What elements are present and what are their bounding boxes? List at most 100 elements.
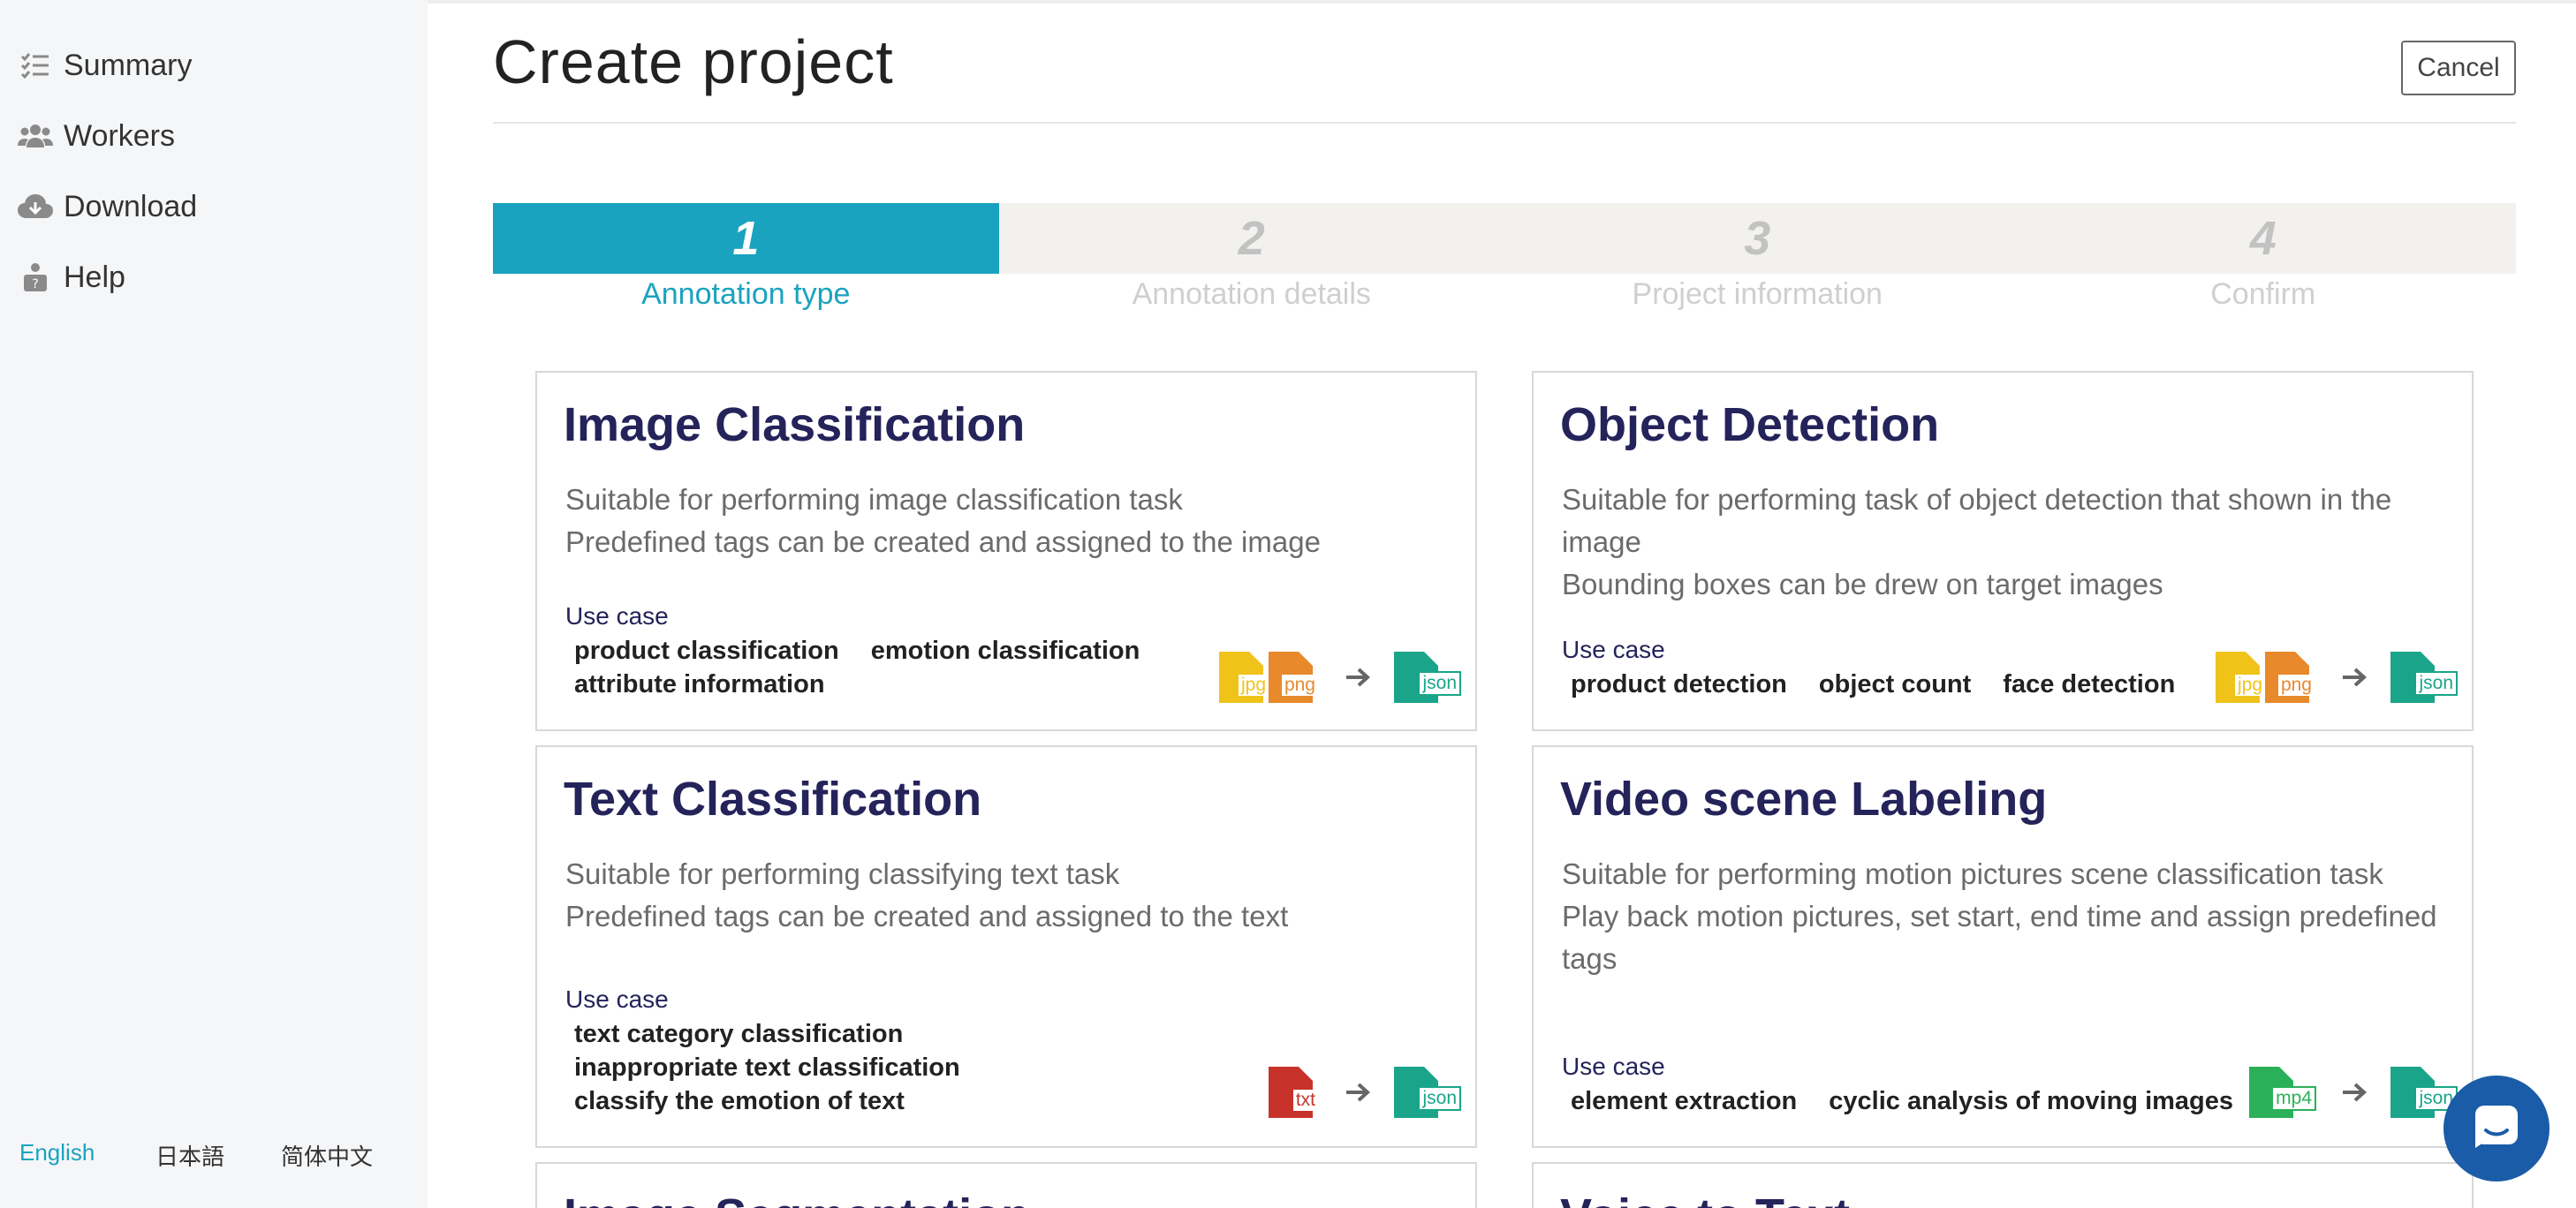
sidebar-item-label: Summary [64, 48, 193, 82]
card-description: Suitable for performing motion pictures … [1562, 853, 2445, 980]
mp4-file-icon: mp4 [2249, 1067, 2316, 1118]
file-extension: mp4 [2271, 1086, 2316, 1111]
arrow-right-icon [1332, 652, 1383, 703]
card-title: Object Detection [1560, 398, 1940, 451]
png-file-icon: png [2265, 652, 2316, 703]
use-case-item: product detection [1571, 670, 1787, 698]
list-check-icon [18, 48, 53, 83]
use-case-list: text category classification inappropria… [574, 1017, 992, 1118]
file-extension: jpg [1238, 675, 1269, 696]
step-4: 4 [2010, 203, 2516, 274]
use-case-list: element extraction cyclic analysis of mov… [1571, 1084, 2265, 1118]
card-object-detection[interactable]: Object Detection Suitable for performing… [1532, 371, 2474, 731]
card-description-line: Suitable for performing motion pictures … [1562, 857, 2383, 890]
use-case-label: Use case [565, 985, 669, 1013]
svg-text:?: ? [32, 277, 38, 291]
use-case-label: Use case [565, 602, 669, 630]
sidebar: Summary Workers Download ? Help English … [0, 0, 428, 1208]
step-label: Annotation details [1132, 277, 1371, 311]
sidebar-item-download[interactable]: Download [18, 180, 197, 233]
arrow-right-icon [2329, 652, 2380, 703]
use-case-item: attribute information [574, 670, 825, 698]
users-icon [18, 118, 53, 154]
use-case-item: cyclic analysis of moving images [1829, 1087, 2234, 1115]
card-video-scene-labeling[interactable]: Video scene Labeling Suitable for perfor… [1532, 745, 2474, 1148]
use-case-label: Use case [1562, 636, 1665, 663]
file-extension: png [1281, 675, 1318, 696]
card-image-classification[interactable]: Image Classification Suitable for perfor… [535, 371, 1477, 731]
language-japanese[interactable]: 日本語 [155, 1139, 224, 1172]
card-description-line: Suitable for performing classifying text… [565, 857, 1120, 890]
use-case-item: inappropriate text classification [574, 1053, 960, 1082]
arrow-right-icon [2329, 1067, 2380, 1118]
cloud-download-icon [18, 189, 53, 224]
use-case-item: face detection [2003, 670, 2176, 698]
step-label: Project information [1632, 277, 1883, 311]
card-description: Suitable for performing task of object d… [1562, 479, 2445, 606]
file-extension: json [1418, 671, 1461, 696]
json-file-icon: json [1394, 652, 1461, 703]
sidebar-item-help[interactable]: ? Help [18, 251, 125, 304]
json-file-icon: json [1394, 1067, 1461, 1118]
jpg-file-icon: jpg [2216, 652, 2267, 703]
file-flow: jpg png json [2216, 646, 2458, 703]
file-flow: mp4 json [2249, 1061, 2458, 1118]
use-case-item: object count [1818, 670, 1972, 698]
card-description-line: Suitable for performing image classifica… [565, 483, 1183, 516]
use-case-item: element extraction [1571, 1087, 1798, 1115]
title-divider [493, 122, 2516, 124]
step-number: 4 [2249, 212, 2277, 265]
use-case-list: product detection object count face detect… [1571, 668, 2207, 701]
step-label: Annotation type [641, 277, 851, 311]
png-file-icon: png [1269, 652, 1320, 703]
card-image-segmentation[interactable]: Image Segmentation [535, 1162, 1477, 1208]
use-case-item: classify the emotion of text [574, 1087, 905, 1115]
step-labels: Annotation type Annotation details Proje… [493, 274, 2516, 312]
card-description-line: Play back motion pictures, set start, en… [1562, 900, 2437, 975]
use-case-label: Use case [1562, 1053, 1665, 1080]
file-extension: txt [1292, 1090, 1318, 1111]
txt-file-icon: txt [1269, 1067, 1320, 1118]
chat-launcher-button[interactable] [2443, 1076, 2549, 1182]
step-1: 1 [493, 203, 999, 274]
card-description-line: Suitable for performing task of object d… [1562, 483, 2392, 558]
sidebar-item-label: Help [64, 260, 125, 294]
sidebar-item-label: Download [64, 189, 198, 223]
use-case-item: emotion classification [870, 637, 1140, 665]
top-border [428, 0, 2576, 4]
step-label: Confirm [2210, 277, 2316, 311]
sidebar-item-workers[interactable]: Workers [18, 109, 175, 162]
file-flow: txt json [1269, 1061, 1461, 1118]
step-3: 3 [1504, 203, 2011, 274]
card-description: Suitable for performing classifying text… [565, 853, 1449, 938]
card-text-classification[interactable]: Text Classification Suitable for perform… [535, 745, 1477, 1148]
use-case-item: text category classification [574, 1020, 904, 1048]
card-title: Image Segmentation [564, 1189, 1030, 1208]
file-extension: png [2277, 675, 2315, 696]
language-chinese[interactable]: 简体中文 [281, 1139, 373, 1172]
file-extension: json [2414, 671, 2458, 696]
page-title: Create project [493, 27, 894, 96]
card-title: Image Classification [564, 398, 1026, 451]
arrow-right-icon [1332, 1067, 1383, 1118]
file-extension: jpg [2234, 675, 2265, 696]
use-case-list: product classification emotion classifica… [574, 634, 1171, 701]
step-number: 2 [1238, 212, 1265, 265]
sidebar-item-summary[interactable]: Summary [18, 39, 192, 92]
chat-icon [2470, 1100, 2523, 1158]
help-person-icon: ? [18, 260, 53, 295]
card-title: Voice to Text [1560, 1189, 1850, 1208]
card-description-line: Bounding boxes can be drew on target ima… [1562, 568, 2163, 600]
stepper: 1 2 3 4 [493, 203, 2516, 274]
file-flow: jpg png json [1219, 646, 1461, 703]
card-description: Suitable for performing image classifica… [565, 479, 1449, 563]
card-description-line: Predefined tags can be created and assig… [565, 900, 1289, 932]
file-extension: json [1418, 1086, 1461, 1111]
sidebar-item-label: Workers [64, 118, 175, 153]
step-2: 2 [998, 203, 1504, 274]
card-title: Video scene Labeling [1560, 773, 2048, 826]
card-voice-to-text[interactable]: Voice to Text [1532, 1162, 2474, 1208]
cancel-button[interactable]: Cancel [2401, 41, 2516, 95]
use-case-item: product classification [574, 637, 839, 665]
language-english[interactable]: English [19, 1139, 95, 1166]
